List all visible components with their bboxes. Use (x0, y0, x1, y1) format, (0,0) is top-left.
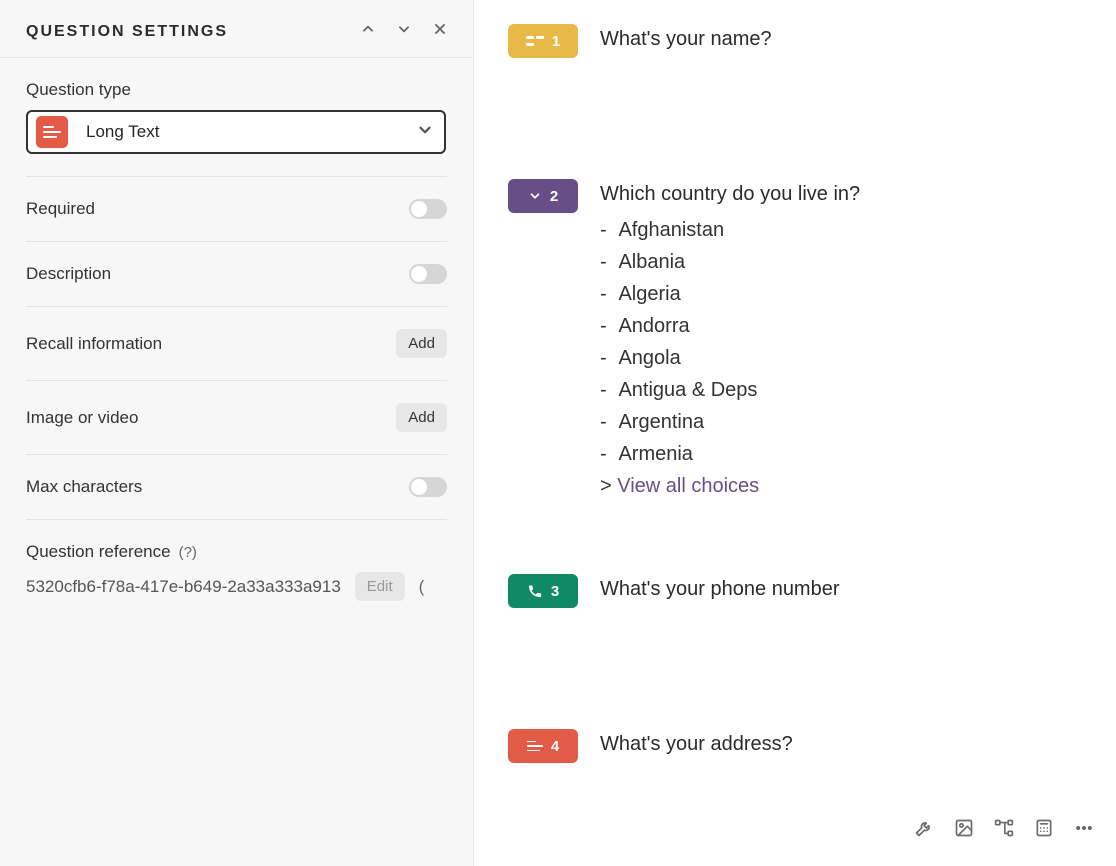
description-label: Description (26, 264, 111, 284)
long-text-icon (36, 116, 68, 148)
question-badge: 4 (508, 729, 578, 763)
question-number: 2 (550, 188, 558, 205)
branch-icon[interactable] (994, 818, 1014, 838)
short-text-icon (526, 36, 544, 46)
choice-item: - Argentina (600, 406, 860, 438)
choice-item: - Algeria (600, 278, 860, 310)
choice-item: - Andorra (600, 310, 860, 342)
question-row[interactable]: 1 What's your name? (508, 24, 1076, 59)
close-panel-icon[interactable] (433, 22, 447, 41)
choice-item: - Armenia (600, 438, 860, 470)
question-toolbar (914, 818, 1094, 838)
question-number: 4 (551, 738, 559, 755)
calculator-icon[interactable] (1034, 818, 1054, 838)
choice-list: - Afghanistan - Albania - Algeria - Ando… (600, 214, 860, 502)
wrench-icon[interactable] (914, 818, 934, 838)
question-title: What's your name? (600, 28, 772, 51)
more-icon[interactable] (1074, 818, 1094, 838)
media-add-button[interactable]: Add (396, 403, 447, 432)
question-type-selected: Long Text (86, 122, 159, 142)
question-reference-help-icon[interactable]: (?) (179, 544, 197, 561)
maxchars-toggle[interactable] (409, 477, 447, 497)
description-toggle[interactable] (409, 264, 447, 284)
required-label: Required (26, 199, 95, 219)
choice-item: - Albania (600, 246, 860, 278)
dropdown-icon (528, 189, 542, 203)
long-text-icon (527, 741, 543, 751)
question-title: What's your phone number (600, 578, 840, 601)
view-all-choices[interactable]: > View all choices (600, 470, 860, 502)
recall-label: Recall information (26, 334, 162, 354)
question-row[interactable]: 2 Which country do you live in? - Afghan… (508, 179, 1076, 502)
question-list: 1 What's your name? 2 Which country do y… (474, 0, 1116, 866)
question-badge: 2 (508, 179, 578, 213)
choice-item: - Afghanistan (600, 214, 860, 246)
question-reference-edit-button[interactable]: Edit (355, 572, 405, 601)
recall-add-button[interactable]: Add (396, 329, 447, 358)
question-type-select[interactable]: Long Text (26, 110, 446, 154)
question-reference-tail: ( (419, 577, 425, 597)
required-toggle[interactable] (409, 199, 447, 219)
question-type-label: Question type (26, 80, 447, 100)
question-number: 3 (551, 583, 559, 600)
question-title: Which country do you live in? (600, 183, 860, 206)
next-question-icon[interactable] (397, 22, 411, 41)
choice-item: - Angola (600, 342, 860, 374)
view-all-choices-link[interactable]: View all choices (617, 475, 759, 497)
choice-item: - Antigua & Deps (600, 374, 860, 406)
question-number: 1 (552, 33, 560, 50)
question-settings-panel: QUESTION SETTINGS Question type Long T (0, 0, 474, 866)
phone-icon (527, 583, 543, 599)
prev-question-icon[interactable] (361, 22, 375, 41)
question-title: What's your address? (600, 733, 793, 756)
question-badge: 1 (508, 24, 578, 58)
question-reference-label: Question reference (26, 542, 171, 562)
question-badge: 3 (508, 574, 578, 608)
chevron-down-icon (416, 121, 434, 144)
question-reference-value: 5320cfb6-f78a-417e-b649-2a33a333a913 (26, 577, 341, 597)
question-row[interactable]: 4 What's your address? (508, 729, 1076, 764)
media-label: Image or video (26, 408, 138, 428)
panel-title: QUESTION SETTINGS (26, 23, 228, 41)
image-icon[interactable] (954, 818, 974, 838)
maxchars-label: Max characters (26, 477, 142, 497)
question-row[interactable]: 3 What's your phone number (508, 574, 1076, 609)
